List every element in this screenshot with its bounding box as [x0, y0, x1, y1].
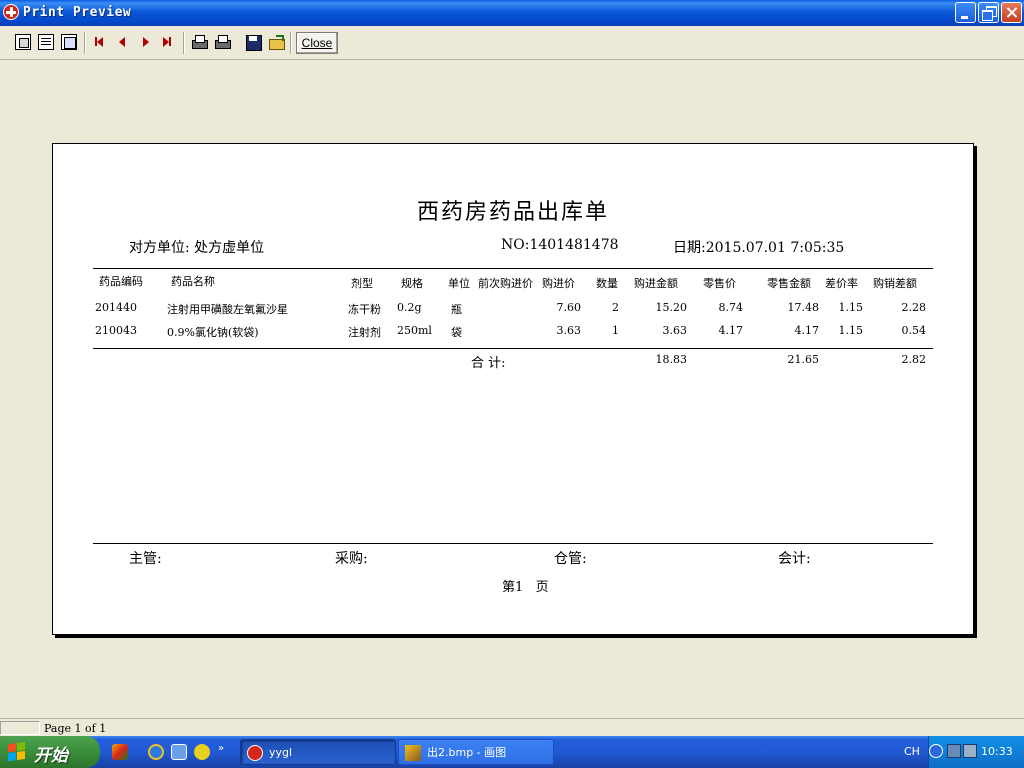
column-header: 零售金额: [767, 277, 811, 290]
cell-form: 冻干粉: [348, 303, 381, 316]
total-rule: [93, 348, 933, 349]
column-header: 单位: [448, 277, 470, 290]
cell-code: 210043: [95, 324, 137, 337]
internet-explorer-icon[interactable]: [148, 744, 164, 760]
task-label: yygl: [269, 746, 293, 759]
cell-retail-price: 4.17: [718, 324, 744, 337]
restore-button[interactable]: [978, 2, 999, 23]
network-icon[interactable]: [947, 744, 961, 758]
cell-spec: 0.2g: [397, 301, 422, 314]
two-pages-icon[interactable]: [38, 34, 54, 50]
column-header: 购进金额: [634, 277, 678, 290]
display-icon[interactable]: [963, 744, 977, 758]
cell-price: 7.60: [556, 301, 582, 314]
previous-page-icon[interactable]: [114, 34, 130, 50]
column-header: 剂型: [351, 277, 373, 290]
purchaser-label: 采购:: [335, 551, 368, 567]
messenger-icon[interactable]: [194, 744, 210, 760]
first-page-icon[interactable]: [92, 34, 108, 50]
total-label: 合 计:: [471, 356, 506, 371]
cell-amount: 3.63: [662, 324, 688, 337]
column-header: 药品编码: [99, 275, 143, 288]
column-header: 购进价: [542, 277, 575, 290]
cell-unit: 瓶: [451, 303, 462, 316]
cell-retail-amount: 4.17: [794, 324, 820, 337]
cell-price: 3.63: [556, 324, 582, 337]
column-header: 数量: [596, 277, 618, 290]
paint-icon: [405, 745, 421, 761]
column-header: 规格: [401, 277, 423, 290]
column-header: 药品名称: [171, 275, 215, 288]
taskbar-item-yygl[interactable]: yygl: [240, 739, 396, 765]
window-close-button[interactable]: [1001, 2, 1022, 23]
party-field: 对方单位: 处方虚单位: [129, 240, 265, 256]
header-rule: [93, 268, 933, 269]
toolbar-separator: [183, 32, 185, 54]
report-page: 西药房药品出库单 对方单位: 处方虚单位 NO:1401481478 日期:20…: [52, 143, 974, 635]
show-hidden-icons-icon[interactable]: [929, 744, 943, 758]
cell-code: 201440: [95, 301, 137, 314]
document-number: NO:1401481478: [501, 237, 619, 253]
clock[interactable]: 10:33: [981, 745, 1013, 758]
column-header: 购销差额: [873, 277, 917, 290]
cell-form: 注射剂: [348, 326, 381, 339]
footer-rule: [93, 543, 933, 544]
zoom-icon[interactable]: [61, 34, 77, 50]
cell-qty: 1: [612, 324, 619, 337]
column-header: 零售价: [703, 277, 736, 290]
page-indicator: Page 1 of 1: [44, 722, 107, 735]
total-purchase-amount: 18.83: [655, 353, 688, 366]
windows-logo-icon: [8, 741, 26, 763]
last-page-icon[interactable]: [159, 34, 175, 50]
cell-diff-rate: 1.15: [838, 301, 864, 314]
taskbar: 开始 » yygl 出2.bmp - 画图 CH 10:33: [0, 736, 1024, 768]
cell-name: 注射用甲磺酸左氧氟沙星: [167, 303, 288, 316]
cell-amount: 15.20: [655, 301, 688, 314]
window-title: Print Preview: [23, 5, 132, 20]
cell-name: 0.9%氯化钠(软袋): [167, 326, 259, 339]
total-diff-amount: 2.82: [901, 353, 927, 366]
document-date: 日期:2015.07.01 7:05:35: [673, 240, 845, 256]
cell-retail-price: 8.74: [718, 301, 744, 314]
cell-unit: 袋: [451, 326, 462, 339]
app-icon: [247, 745, 263, 761]
cell-spec: 250ml: [397, 324, 432, 337]
open-icon[interactable]: [268, 34, 285, 50]
column-header: 前次购进价: [478, 277, 533, 290]
report-title: 西药房药品出库单: [416, 200, 609, 225]
cell-diff-amount: 0.54: [901, 324, 927, 337]
language-indicator[interactable]: CH: [904, 745, 920, 758]
cell-diff-rate: 1.15: [838, 324, 864, 337]
toolbar: Close: [0, 26, 1024, 60]
status-bar: Page 1 of 1: [0, 718, 1024, 736]
page-number: 第1 页: [502, 580, 549, 595]
supervisor-label: 主管:: [129, 551, 162, 567]
total-retail-amount: 21.65: [787, 353, 820, 366]
toolbar-separator: [84, 32, 86, 54]
warehouse-label: 仓管:: [554, 551, 587, 567]
quicklaunch-app-icon[interactable]: [112, 744, 128, 760]
status-panel: [0, 721, 40, 735]
one-page-icon[interactable]: [15, 34, 31, 50]
start-label: 开始: [34, 746, 68, 766]
close-button[interactable]: Close: [296, 32, 338, 54]
start-button[interactable]: 开始: [0, 736, 100, 768]
app-icon: [3, 4, 19, 20]
save-icon[interactable]: [245, 34, 262, 51]
task-label: 出2.bmp - 画图: [427, 746, 507, 759]
minimize-button[interactable]: [955, 2, 976, 23]
quicklaunch-more-icon[interactable]: »: [218, 744, 228, 760]
taskbar-item-paint[interactable]: 出2.bmp - 画图: [398, 739, 554, 765]
cell-qty: 2: [612, 301, 619, 314]
next-page-icon[interactable]: [137, 34, 153, 50]
toolbar-separator: [290, 32, 292, 54]
print-setup-icon[interactable]: [191, 34, 208, 50]
cell-retail-amount: 17.48: [787, 301, 820, 314]
cell-diff-amount: 2.28: [901, 301, 927, 314]
accountant-label: 会计:: [778, 551, 811, 567]
media-player-icon[interactable]: [171, 744, 187, 760]
column-header: 差价率: [825, 277, 858, 290]
title-bar: Print Preview: [0, 0, 1024, 26]
print-icon[interactable]: [214, 34, 231, 50]
